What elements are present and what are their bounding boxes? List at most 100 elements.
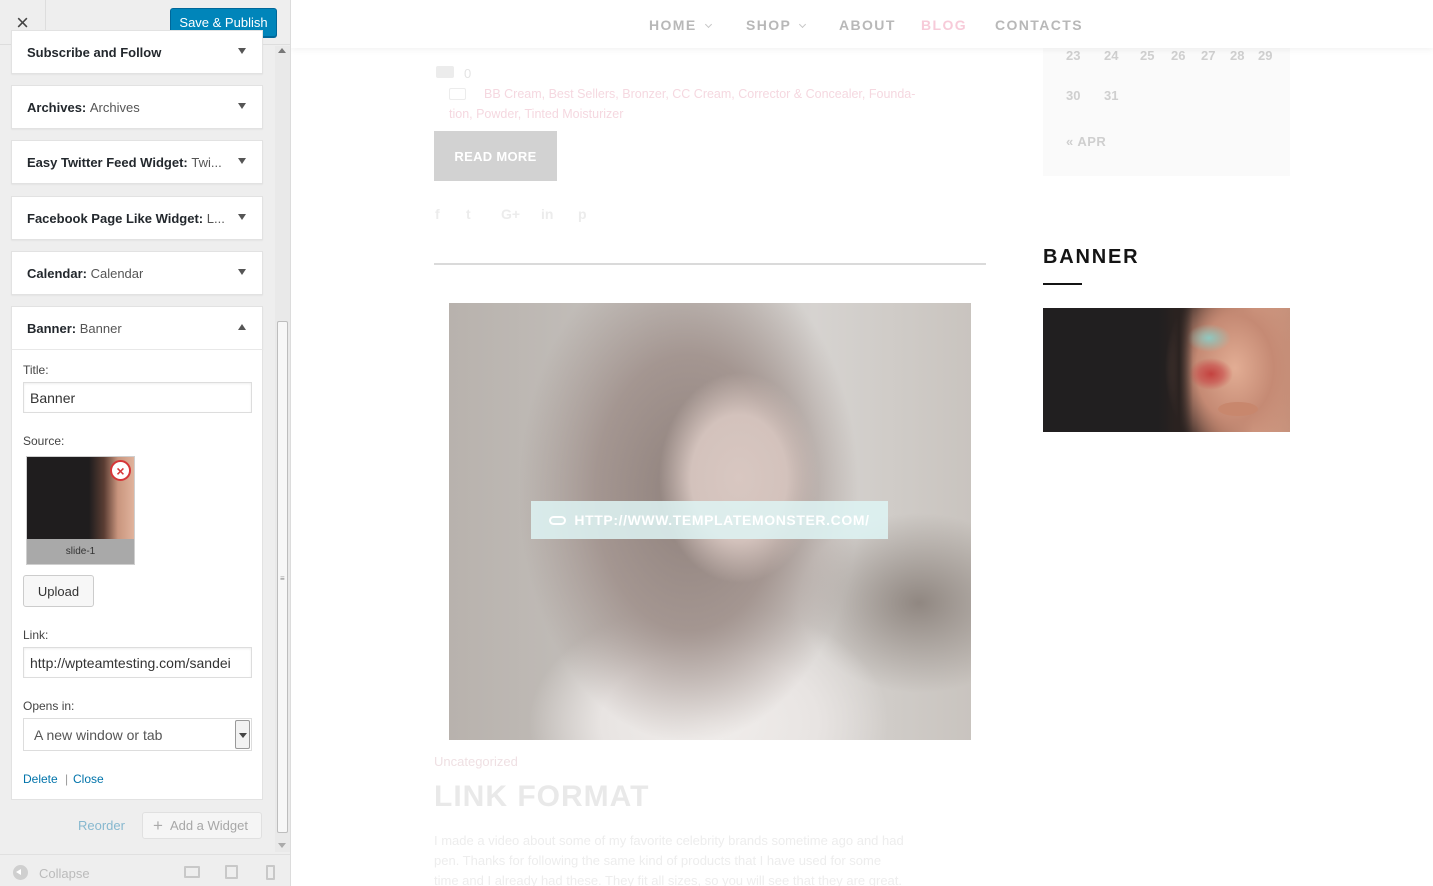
calendar-day: 27 [1201,48,1216,63]
calendar-day: 28 [1230,48,1245,63]
calendar-day: 24 [1104,48,1119,63]
post-divider [434,263,986,265]
grip-icon: ≡ [280,574,285,583]
banner-image-shading [1158,308,1193,432]
close-link[interactable]: Close [73,772,104,786]
calendar-day: 23 [1066,48,1081,63]
post-categories-cont[interactable]: tion, Powder, Tinted Moisturizer [449,107,623,121]
widget-facebook-page-like[interactable]: Facebook Page Like Widget: L... [11,196,263,240]
widget-name: Easy Twitter Feed Widget: [27,154,188,170]
linkedin-icon[interactable]: in [541,206,553,222]
banner-image-detail [1218,402,1258,416]
read-more-button[interactable]: READ MORE [434,131,557,181]
widget-subscribe-and-follow[interactable]: Subscribe and Follow [11,30,263,74]
widget-banner[interactable]: Banner: Banner [11,306,263,350]
mobile-preview-icon[interactable] [266,865,275,880]
expand-arrow-icon[interactable] [238,103,246,109]
facebook-icon[interactable]: f [435,206,440,222]
comment-count[interactable]: 0 [464,66,471,81]
scrollbar-thumb[interactable]: ≡ [277,321,288,833]
nav-item-home[interactable]: HOME [649,17,712,33]
expand-arrow-icon[interactable] [238,158,246,164]
expand-arrow-icon[interactable] [238,48,246,54]
folder-icon [449,88,466,100]
site-preview: HOME SHOP ABOUT BLOG CONTACTS 0 BB Cream… [291,0,1433,886]
remove-image-icon[interactable]: × [110,460,131,481]
widget-title: Calendar [90,265,144,281]
widget-calendar[interactable]: Calendar: Calendar [11,251,263,295]
source-caption: slide-1 [27,539,134,564]
comment-icon [436,66,454,78]
widget-archives[interactable]: Archives: Archives [11,85,263,129]
chevron-down-icon[interactable] [235,720,250,749]
nav-item-blog[interactable]: BLOG [921,17,967,33]
nav-item-about[interactable]: ABOUT [839,17,896,33]
scroll-down-icon[interactable] [278,843,286,848]
opens-in-select[interactable]: A new window or tab [23,718,252,751]
post-title[interactable]: LINK FORMAT [434,780,649,814]
widget-name: Banner: [27,320,77,336]
main-navigation: HOME SHOP ABOUT BLOG CONTACTS [291,0,1433,48]
post-excerpt-line: time and I already had these. They fit a… [434,873,903,886]
add-widget-label: Add a Widget [169,818,248,833]
twitter-icon[interactable]: t [466,206,471,222]
heading-underline [1043,283,1082,285]
widget-title: Twi... [191,154,222,170]
expand-arrow-icon[interactable] [238,214,246,220]
calendar-day: 29 [1258,48,1273,63]
source-thumbnail[interactable]: slide-1 × [26,456,135,565]
sidebar-scrollbar[interactable]: ≡ [275,46,290,852]
title-label: Title: [23,363,49,377]
desktop-preview-icon[interactable] [184,866,200,878]
calendar-day: 31 [1104,88,1119,103]
opens-in-label: Opens in: [23,699,75,713]
customizer-footer: Collapse [0,854,290,886]
post-excerpt-line: I made a video about some of my favorite… [434,833,904,848]
calendar-prev-month-link[interactable]: « APR [1066,134,1106,149]
widget-easy-twitter-feed[interactable]: Easy Twitter Feed Widget: Twi... [11,140,263,184]
add-widget-button[interactable]: + Add a Widget [142,812,262,839]
post-excerpt-line: pen. Thanks for following the same kind … [434,853,882,868]
widget-title: Archives [89,99,140,115]
calendar-day: 25 [1140,48,1155,63]
reorder-link[interactable]: Reorder [78,818,125,833]
banner-image[interactable] [1043,308,1290,432]
link-icon [549,515,567,525]
customizer-sidebar: × Save & Publish Subscribe and Follow Ar… [0,0,291,886]
chevron-down-icon [799,20,807,29]
post-link-overlay[interactable]: HTTP://WWW.TEMPLATEMONSTER.COM/ [531,501,888,539]
widget-name: Facebook Page Like Widget: [27,210,204,226]
link-separator: | [65,772,69,786]
opens-in-value: A new window or tab [34,726,163,743]
link-label: Link: [23,628,49,642]
widget-title: L... [206,210,225,226]
collapse-icon[interactable] [13,865,28,880]
banner-widget-heading: BANNER [1043,246,1140,268]
delete-link[interactable]: Delete [23,772,58,786]
upload-button[interactable]: Upload [23,575,94,607]
banner-widget-form: Title: Banner Source: slide-1 × Upload L… [11,349,263,800]
post-link-url: HTTP://WWW.TEMPLATEMONSTER.COM/ [574,512,870,528]
collapse-arrow-icon[interactable] [238,324,246,330]
chevron-down-icon [704,20,712,29]
collapse-label[interactable]: Collapse [39,866,90,881]
widget-name: Subscribe and Follow [27,44,162,60]
calendar-day: 26 [1171,48,1186,63]
google-plus-icon[interactable]: G+ [501,206,520,222]
expand-arrow-icon[interactable] [238,269,246,275]
widget-name: Archives: [27,99,87,115]
tablet-preview-icon[interactable] [225,865,238,879]
nav-item-contacts[interactable]: CONTACTS [995,17,1083,33]
widget-name: Calendar: [27,265,87,281]
post-category[interactable]: Uncategorized [434,754,518,769]
title-input[interactable]: Banner [23,382,252,413]
nav-item-shop[interactable]: SHOP [746,17,807,33]
calendar-day: 30 [1066,88,1081,103]
scroll-up-icon[interactable] [278,48,286,53]
source-label: Source: [23,434,65,448]
post-categories[interactable]: BB Cream, Best Sellers, Bronzer, CC Crea… [484,87,979,101]
link-input[interactable]: http://wpteamtesting.com/sandei [23,647,252,678]
widget-title: Banner [79,320,122,336]
pinterest-icon[interactable]: p [578,206,587,222]
post-featured-image[interactable]: HTTP://WWW.TEMPLATEMONSTER.COM/ [449,303,971,740]
